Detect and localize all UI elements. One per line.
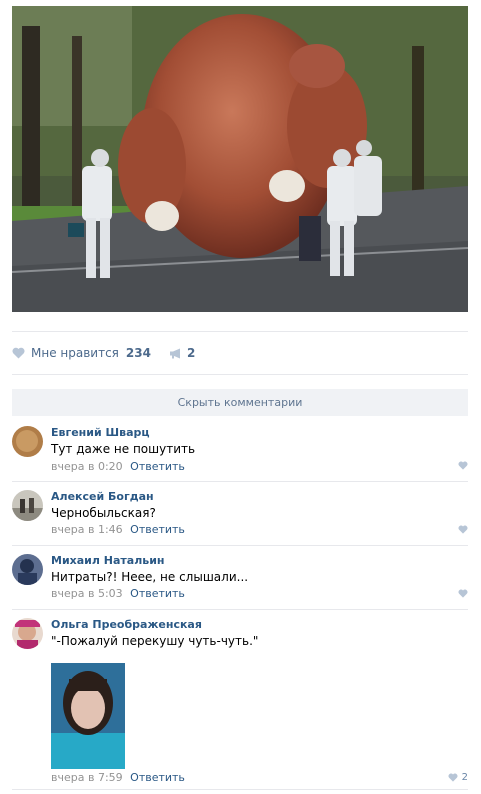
reply-link[interactable]: Ответить (130, 587, 185, 600)
hide-comments-button[interactable]: Скрыть комментарии (12, 389, 468, 416)
comment-item: Евгений Шварц Тут даже не пошутить вчера… (12, 426, 468, 482)
heart-icon (12, 347, 25, 359)
like-count: 234 (125, 346, 151, 360)
comment-like-button[interactable] (458, 461, 468, 470)
share-button[interactable]: 2 (169, 346, 195, 360)
comment-text: Тут даже не пошутить (51, 442, 196, 456)
reply-link[interactable]: Ответить (130, 460, 185, 473)
heart-icon (458, 589, 468, 598)
comment-date[interactable]: вчера в 7:59 (51, 771, 123, 784)
reply-link[interactable]: Ответить (130, 771, 185, 784)
comment-author[interactable]: Ольга Преображенская (51, 618, 202, 631)
reply-link[interactable]: Ответить (130, 523, 185, 536)
share-count: 2 (186, 346, 196, 360)
comment-author[interactable]: Евгений Шварц (51, 426, 150, 439)
avatar[interactable] (12, 490, 43, 521)
avatar[interactable] (12, 426, 43, 457)
comment-date[interactable]: вчера в 1:46 (51, 523, 123, 536)
comment-like-button[interactable]: 2 (448, 772, 468, 783)
attached-photo[interactable] (51, 663, 125, 769)
comment-text: "-Пожалуй перекушу чуть-чуть." (51, 634, 259, 648)
comment-item: Ольга Преображенская "-Пожалуй перекушу … (12, 618, 468, 788)
comment-meta: вчера в 1:46 Ответить (51, 523, 185, 536)
comment-like-button[interactable] (458, 589, 468, 598)
heart-icon (448, 773, 458, 782)
comment-item: Михаил Натальин Нитраты?! Неее, не слыша… (12, 554, 468, 610)
heart-icon (458, 461, 468, 470)
post-photo[interactable] (12, 6, 468, 312)
megaphone-icon (169, 348, 180, 358)
comment-meta: вчера в 0:20 Ответить (51, 460, 185, 473)
post-actions: Мне нравится 234 2 (12, 343, 195, 363)
avatar[interactable] (12, 554, 43, 585)
avatar[interactable] (12, 618, 43, 649)
comment-author[interactable]: Михаил Натальин (51, 554, 165, 567)
comment-text: Чернобыльская? (51, 506, 156, 520)
comment-author[interactable]: Алексей Богдан (51, 490, 154, 503)
like-button[interactable]: Мне нравится 234 (12, 346, 151, 360)
comment-date[interactable]: вчера в 0:20 (51, 460, 123, 473)
comment-text: Нитраты?! Неее, не слышали... (51, 570, 249, 584)
heart-icon (458, 525, 468, 534)
comment-date[interactable]: вчера в 5:03 (51, 587, 123, 600)
like-label: Мне нравится (31, 346, 119, 360)
comment-meta: вчера в 7:59 Ответить (51, 771, 185, 784)
comment-meta: вчера в 5:03 Ответить (51, 587, 185, 600)
comment-item: Алексей Богдан Чернобыльская? вчера в 1:… (12, 490, 468, 546)
hide-comments-label: Скрыть комментарии (177, 396, 303, 409)
comment-like-count: 2 (461, 772, 468, 783)
comment-like-button[interactable] (458, 525, 468, 534)
